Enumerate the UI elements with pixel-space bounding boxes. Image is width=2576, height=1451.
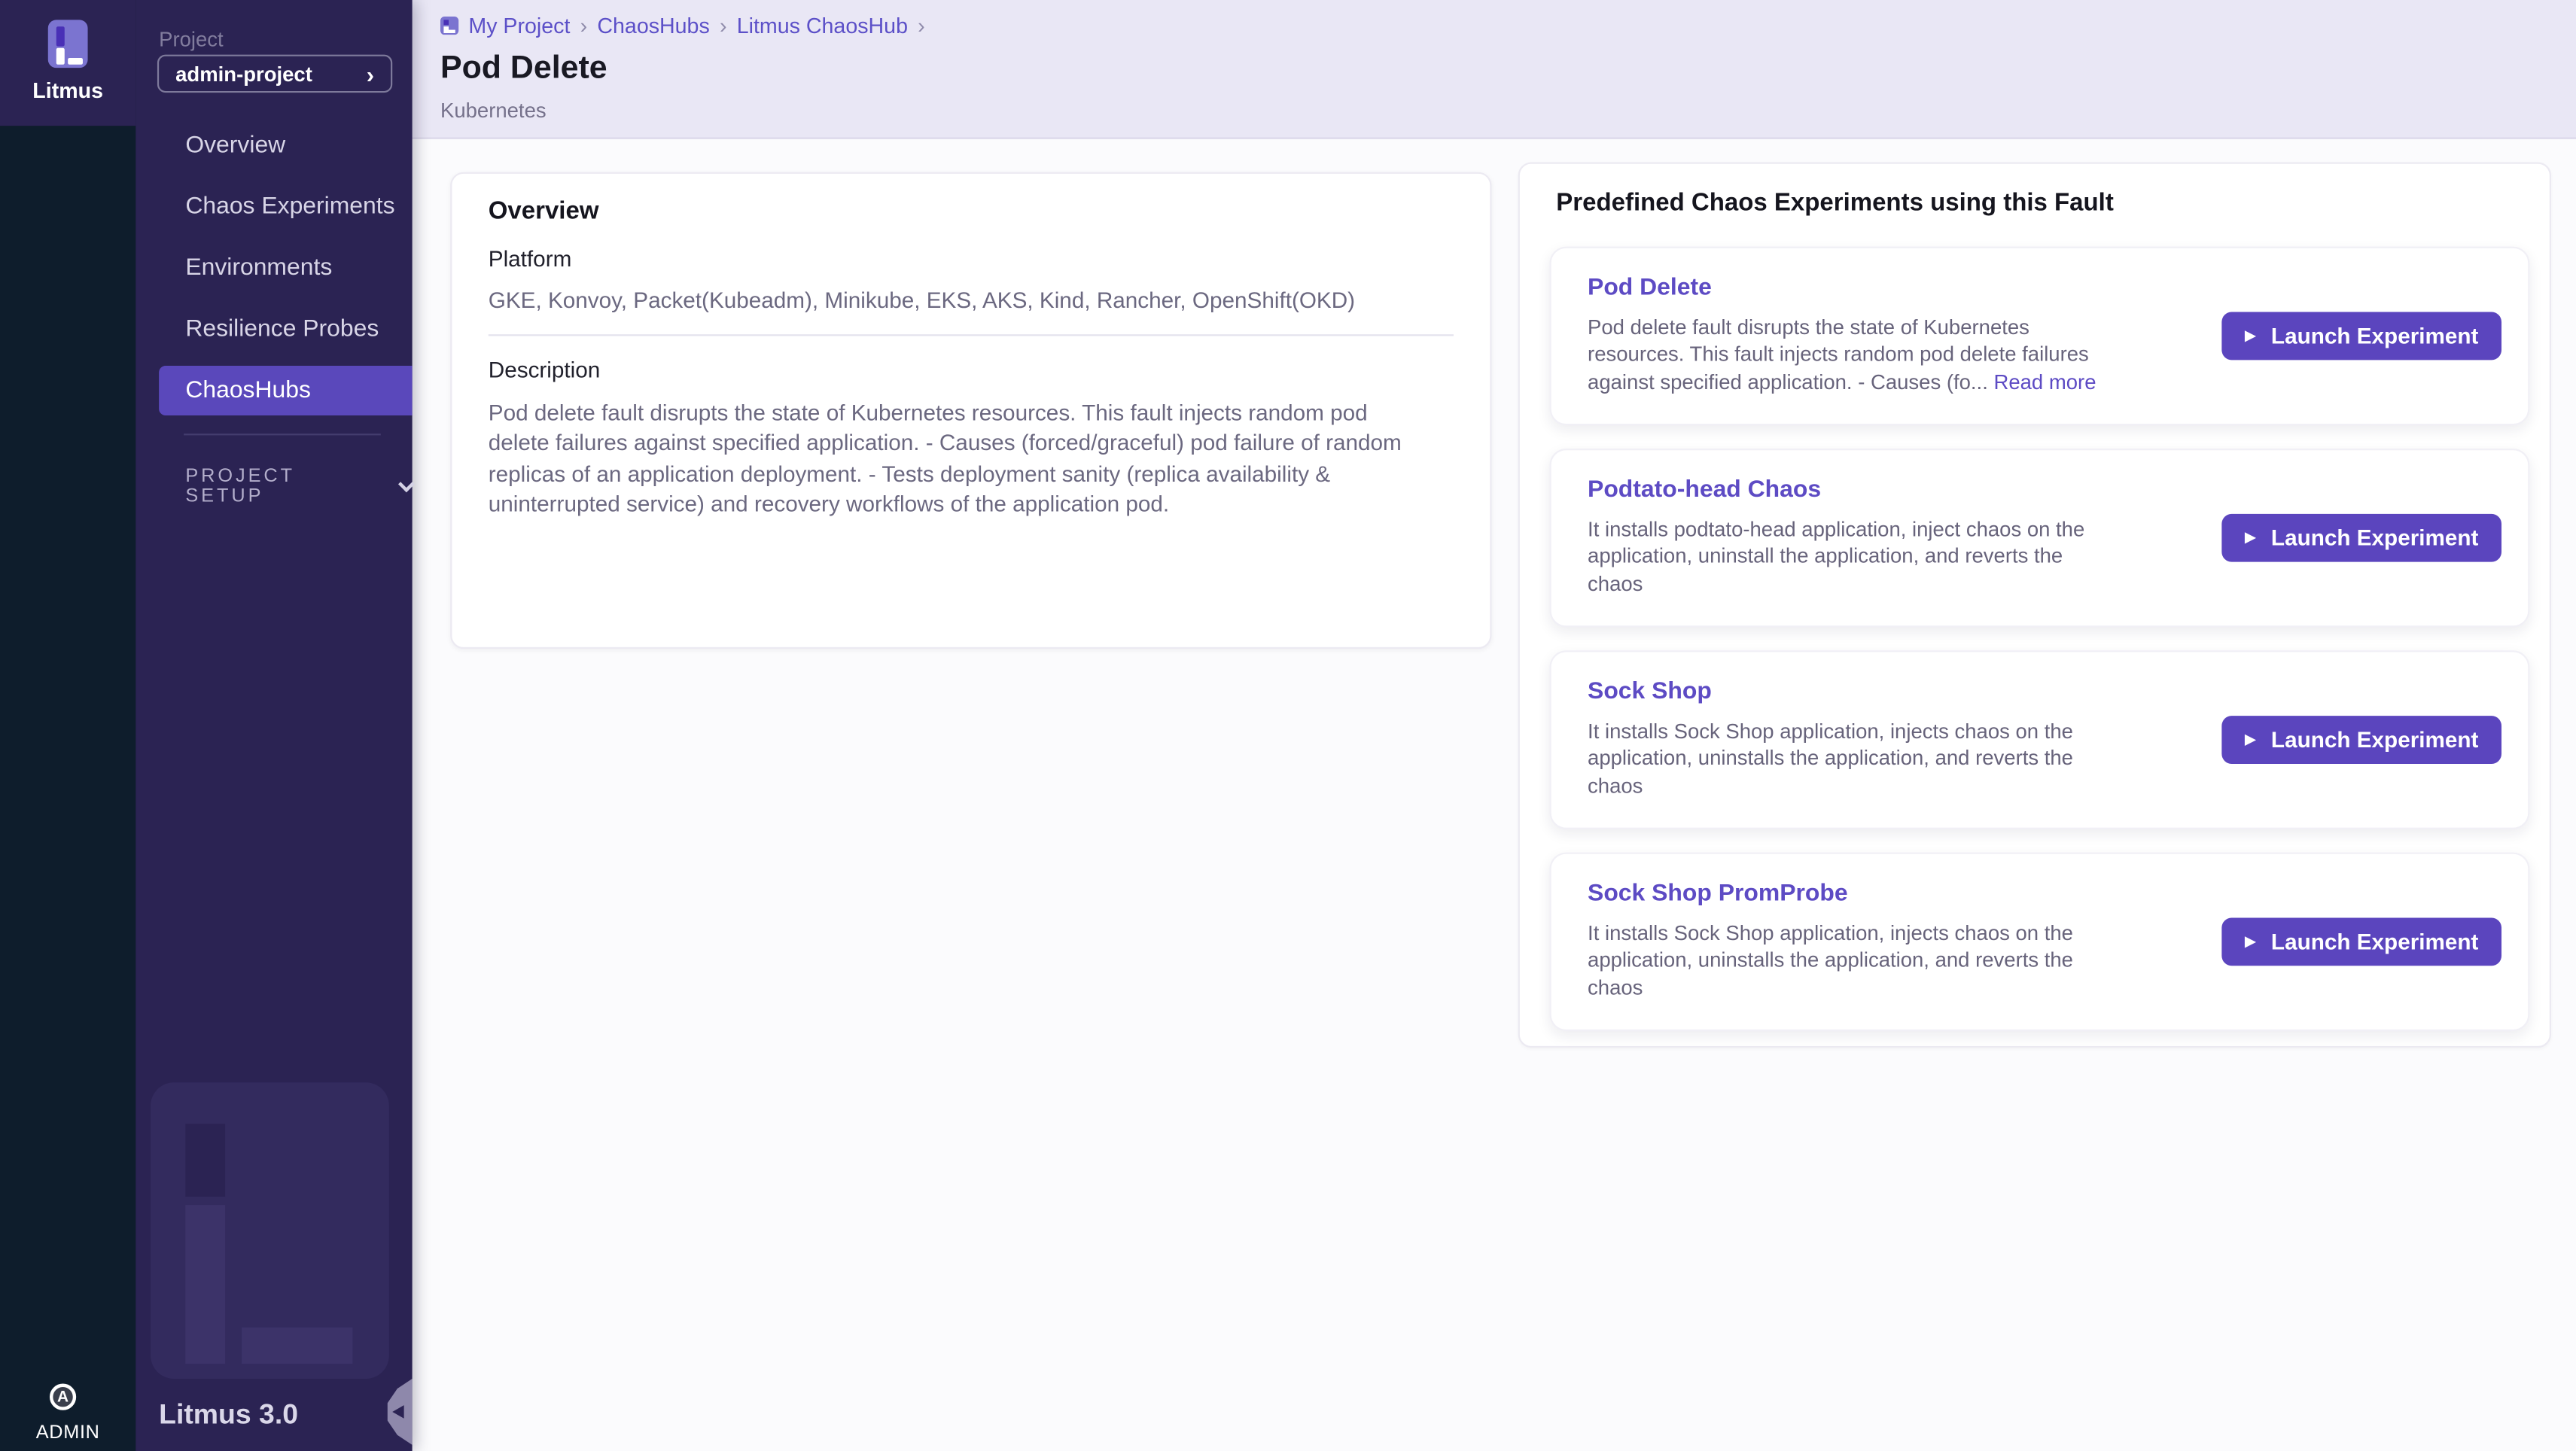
breadcrumb: My Project › ChaosHubs › Litmus ChaosHub… [440,14,925,38]
fault-description: Pod delete fault disrupts the state of K… [489,399,1426,520]
sidebar-item-chaos-experiments[interactable]: Chaos Experiments [135,182,412,232]
litmus-breadcrumb-icon [440,17,458,35]
project-select-value: admin-project [175,62,312,85]
breadcrumb-litmus-chaoshub[interactable]: Litmus ChaosHub [737,14,908,38]
breadcrumb-chaoshubs[interactable]: ChaosHubs [597,14,709,38]
description-label: Description [489,357,1454,382]
page-title: Pod Delete [440,50,607,88]
experiment-description: Pod delete fault disrupts the state of K… [1588,315,2121,396]
experiment-card-podtato-head-chaos: Podtato-head Chaos It installs podtato-h… [1549,449,2529,628]
breadcrumb-separator: › [720,14,727,38]
page-header: My Project › ChaosHubs › Litmus ChaosHub… [413,0,2576,139]
experiment-description: It installs Sock Shop application, injec… [1588,920,2121,1002]
user-menu[interactable]: A ADMIN [0,1379,135,1451]
sidebar-panel: Project admin-project › Overview Chaos E… [135,0,412,1451]
avatar-initial: A [57,1388,69,1406]
experiment-title-link[interactable]: Sock Shop PromProbe [1588,881,1848,907]
experiment-card-sock-shop: Sock Shop It installs Sock Shop applicat… [1549,650,2529,829]
platform-list: GKE, Konvoy, Packet(Kubeadm), Minikube, … [489,288,1454,313]
play-icon: ▶ [2245,934,2256,949]
launch-experiment-button[interactable]: ▶ Launch Experiment [2221,716,2501,764]
litmus-logo-icon [48,20,88,68]
collapse-arrow-icon [392,1404,403,1418]
litmus-home-link[interactable]: Litmus [0,0,135,126]
play-icon: ▶ [2245,531,2256,546]
overview-card: Overview Platform GKE, Konvoy, Packet(Ku… [450,172,1491,649]
play-icon: ▶ [2245,732,2256,747]
chevron-down-icon [398,475,415,491]
experiment-description: It installs Sock Shop application, injec… [1588,718,2121,799]
predefined-experiments-panel: Predefined Chaos Experiments using this … [1518,163,2551,1048]
page-subtitle: Kubernetes [440,99,547,123]
breadcrumb-separator: › [918,14,925,38]
avatar: A [50,1384,76,1410]
left-rail: Litmus A ADMIN [0,0,135,1451]
project-setup-label: PROJECT SETUP [185,467,377,506]
experiment-title-link[interactable]: Pod Delete [1588,275,1712,301]
launch-experiment-button[interactable]: ▶ Launch Experiment [2221,312,2501,360]
breadcrumb-my-project[interactable]: My Project [468,14,570,38]
experiments-panel-title: Predefined Chaos Experiments using this … [1556,189,2114,217]
experiment-card-pod-delete: Pod Delete Pod delete fault disrupts the… [1549,247,2529,426]
avatar-username: ADMIN [0,1423,135,1443]
experiment-title-link[interactable]: Podtato-head Chaos [1588,476,1821,503]
version-label: Litmus 3.0 [159,1398,298,1431]
experiment-title-link[interactable]: Sock Shop [1588,679,1712,705]
overview-title: Overview [489,197,1454,225]
chevron-right-icon: › [367,62,374,85]
project-label: Project [159,28,224,51]
sidebar-divider [184,433,381,435]
litmus-logo-label: Litmus [0,78,135,102]
launch-experiment-button[interactable]: ▶ Launch Experiment [2221,917,2501,966]
sidebar-item-environments[interactable]: Environments [135,243,412,293]
platform-label: Platform [489,247,1454,272]
read-more-link[interactable]: Read more [1993,370,2096,394]
sidebar-item-chaoshubs[interactable]: ChaosHubs [158,366,413,415]
litmus-watermark-logo [151,1082,389,1379]
breadcrumb-separator: › [580,14,588,38]
project-select[interactable]: admin-project › [157,55,392,93]
experiment-description: It installs podtato-head application, in… [1588,516,2121,598]
experiment-card-sock-shop-promprobe: Sock Shop PromProbe It installs Sock Sho… [1549,853,2529,1032]
play-icon: ▶ [2245,329,2256,344]
litmus-app: Litmus A ADMIN Project admin-project › O… [0,0,2576,1451]
main-content: My Project › ChaosHubs › Litmus ChaosHub… [413,0,2576,1451]
sidebar-item-resilience-probes[interactable]: Resilience Probes [135,305,412,354]
project-setup-toggle[interactable]: PROJECT SETUP [185,467,412,506]
sidebar-nav: Overview Chaos Experiments Environments … [135,121,412,427]
sidebar-item-overview[interactable]: Overview [135,121,412,171]
experiment-card-list: Pod Delete Pod delete fault disrupts the… [1549,247,2529,1054]
launch-experiment-button[interactable]: ▶ Launch Experiment [2221,514,2501,562]
overview-divider [489,334,1454,336]
sidebar: Litmus A ADMIN Project admin-project › O… [0,0,413,1451]
